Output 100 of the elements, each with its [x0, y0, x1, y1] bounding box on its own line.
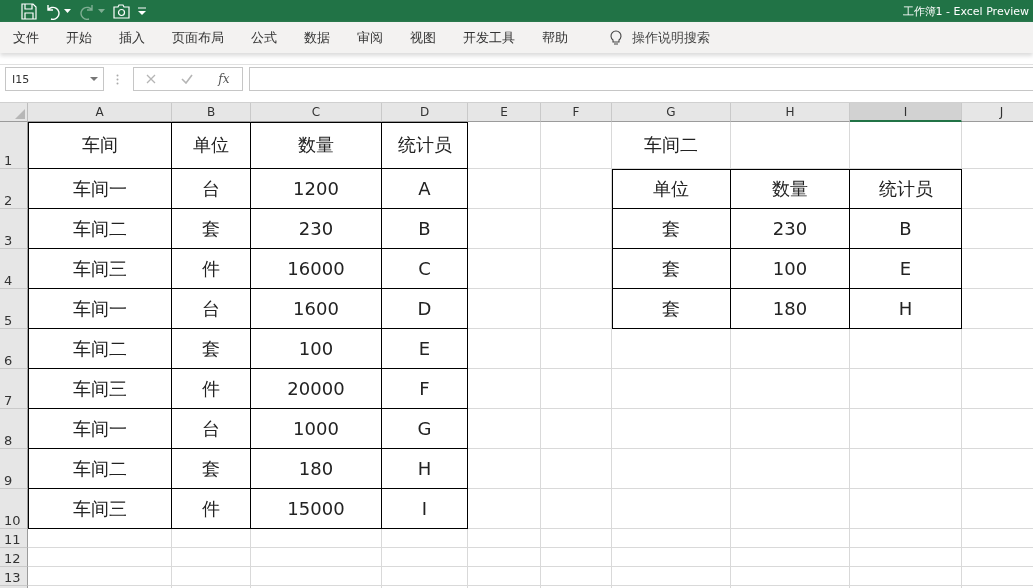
row-header[interactable]: 6 [0, 329, 28, 369]
empty-cell[interactable] [468, 548, 541, 567]
column-header[interactable]: H [731, 103, 850, 122]
caret-icon[interactable] [64, 9, 71, 13]
ribbon-tab[interactable]: 页面布局 [163, 24, 234, 51]
ribbon-tab[interactable]: 审阅 [348, 24, 393, 51]
redo-icon[interactable] [79, 2, 95, 20]
empty-cell[interactable] [468, 449, 541, 489]
ribbon-tab[interactable]: 开始 [57, 24, 102, 51]
empty-cell[interactable] [850, 489, 962, 529]
undo-icon[interactable] [45, 2, 61, 20]
column-header[interactable]: D [382, 103, 468, 122]
empty-cell[interactable] [731, 489, 850, 529]
empty-cell[interactable] [541, 567, 612, 586]
caret-icon[interactable] [98, 9, 105, 13]
empty-cell[interactable] [172, 567, 251, 586]
empty-cell[interactable] [468, 567, 541, 586]
empty-cell[interactable] [612, 548, 731, 567]
row-header[interactable]: 11 [0, 529, 28, 548]
empty-cell[interactable] [850, 449, 962, 489]
empty-cell[interactable] [731, 567, 850, 586]
formula-input[interactable] [249, 67, 1033, 91]
row-header[interactable]: 12 [0, 548, 28, 567]
empty-cell[interactable] [172, 548, 251, 567]
ribbon-tab[interactable]: 数据 [295, 24, 340, 51]
customize-icon[interactable] [138, 7, 146, 15]
select-all-icon[interactable] [15, 109, 25, 119]
column-header[interactable]: A [28, 103, 172, 122]
row-header[interactable]: 10 [0, 489, 28, 529]
column-header[interactable]: J [962, 103, 1033, 122]
row-header[interactable]: 5 [0, 289, 28, 329]
row-header[interactable]: 9 [0, 449, 28, 489]
row-header[interactable]: 7 [0, 369, 28, 409]
insert-function-button[interactable]: fx [218, 72, 230, 86]
column-header[interactable]: F [541, 103, 612, 122]
ribbon-tab[interactable]: 文件 [4, 24, 49, 51]
column-header[interactable]: C [251, 103, 382, 122]
empty-cell[interactable] [731, 369, 850, 409]
column-header[interactable]: I [850, 103, 962, 122]
empty-cell[interactable] [468, 249, 541, 289]
row-header[interactable]: 1 [0, 122, 28, 169]
empty-cell[interactable] [541, 329, 612, 369]
ribbon-tab[interactable]: 插入 [110, 24, 155, 51]
column-header[interactable]: B [172, 103, 251, 122]
empty-cell[interactable] [731, 329, 850, 369]
drag-handle-icon[interactable] [116, 73, 119, 85]
empty-cell[interactable] [468, 122, 541, 169]
empty-cell[interactable] [468, 289, 541, 329]
empty-cell[interactable] [612, 529, 731, 548]
empty-cell[interactable] [541, 369, 612, 409]
empty-cell[interactable] [612, 329, 731, 369]
lightbulb-icon[interactable] [610, 29, 622, 46]
empty-cell[interactable] [731, 449, 850, 489]
empty-cell[interactable] [850, 369, 962, 409]
column-header[interactable]: E [468, 103, 541, 122]
empty-cell[interactable] [850, 529, 962, 548]
ribbon-tab[interactable]: 视图 [401, 24, 446, 51]
ribbon-tab[interactable]: 帮助 [533, 24, 578, 51]
empty-cell[interactable] [251, 567, 382, 586]
camera-icon[interactable] [113, 3, 130, 19]
empty-cell[interactable] [251, 529, 382, 548]
cancel-icon[interactable] [146, 74, 157, 84]
empty-cell[interactable] [541, 489, 612, 529]
empty-cell[interactable] [612, 409, 731, 449]
empty-cell[interactable] [468, 529, 541, 548]
empty-cell[interactable] [468, 169, 541, 209]
empty-cell[interactable] [541, 122, 612, 169]
save-icon[interactable] [21, 2, 37, 20]
empty-cell[interactable] [382, 529, 468, 548]
empty-cell[interactable] [850, 122, 962, 169]
empty-cell[interactable] [541, 529, 612, 548]
empty-cell[interactable] [731, 122, 850, 169]
name-box[interactable]: I15 [5, 67, 104, 91]
empty-cell[interactable] [850, 567, 962, 586]
empty-cell[interactable] [468, 209, 541, 249]
empty-cell[interactable] [172, 529, 251, 548]
empty-cell[interactable] [541, 409, 612, 449]
empty-cell[interactable] [541, 249, 612, 289]
row-header[interactable]: 8 [0, 409, 28, 449]
column-header[interactable]: G [612, 103, 731, 122]
empty-cell[interactable] [541, 449, 612, 489]
empty-cell[interactable] [382, 548, 468, 567]
empty-cell[interactable] [468, 369, 541, 409]
empty-cell[interactable] [541, 209, 612, 249]
empty-cell[interactable] [468, 329, 541, 369]
empty-cell[interactable] [612, 567, 731, 586]
empty-cell[interactable] [850, 329, 962, 369]
ribbon-tab[interactable]: 公式 [242, 24, 287, 51]
ribbon-tab[interactable]: 开发工具 [454, 24, 525, 51]
empty-cell[interactable] [541, 548, 612, 567]
empty-cell[interactable] [541, 289, 612, 329]
empty-cell[interactable] [612, 369, 731, 409]
empty-cell[interactable] [731, 529, 850, 548]
row-header[interactable]: 2 [0, 169, 28, 209]
empty-cell[interactable] [541, 169, 612, 209]
row-header[interactable]: 3 [0, 209, 28, 249]
empty-cell[interactable] [468, 489, 541, 529]
checkmark-icon[interactable] [181, 74, 194, 84]
empty-cell[interactable] [251, 548, 382, 567]
empty-cell[interactable] [468, 409, 541, 449]
